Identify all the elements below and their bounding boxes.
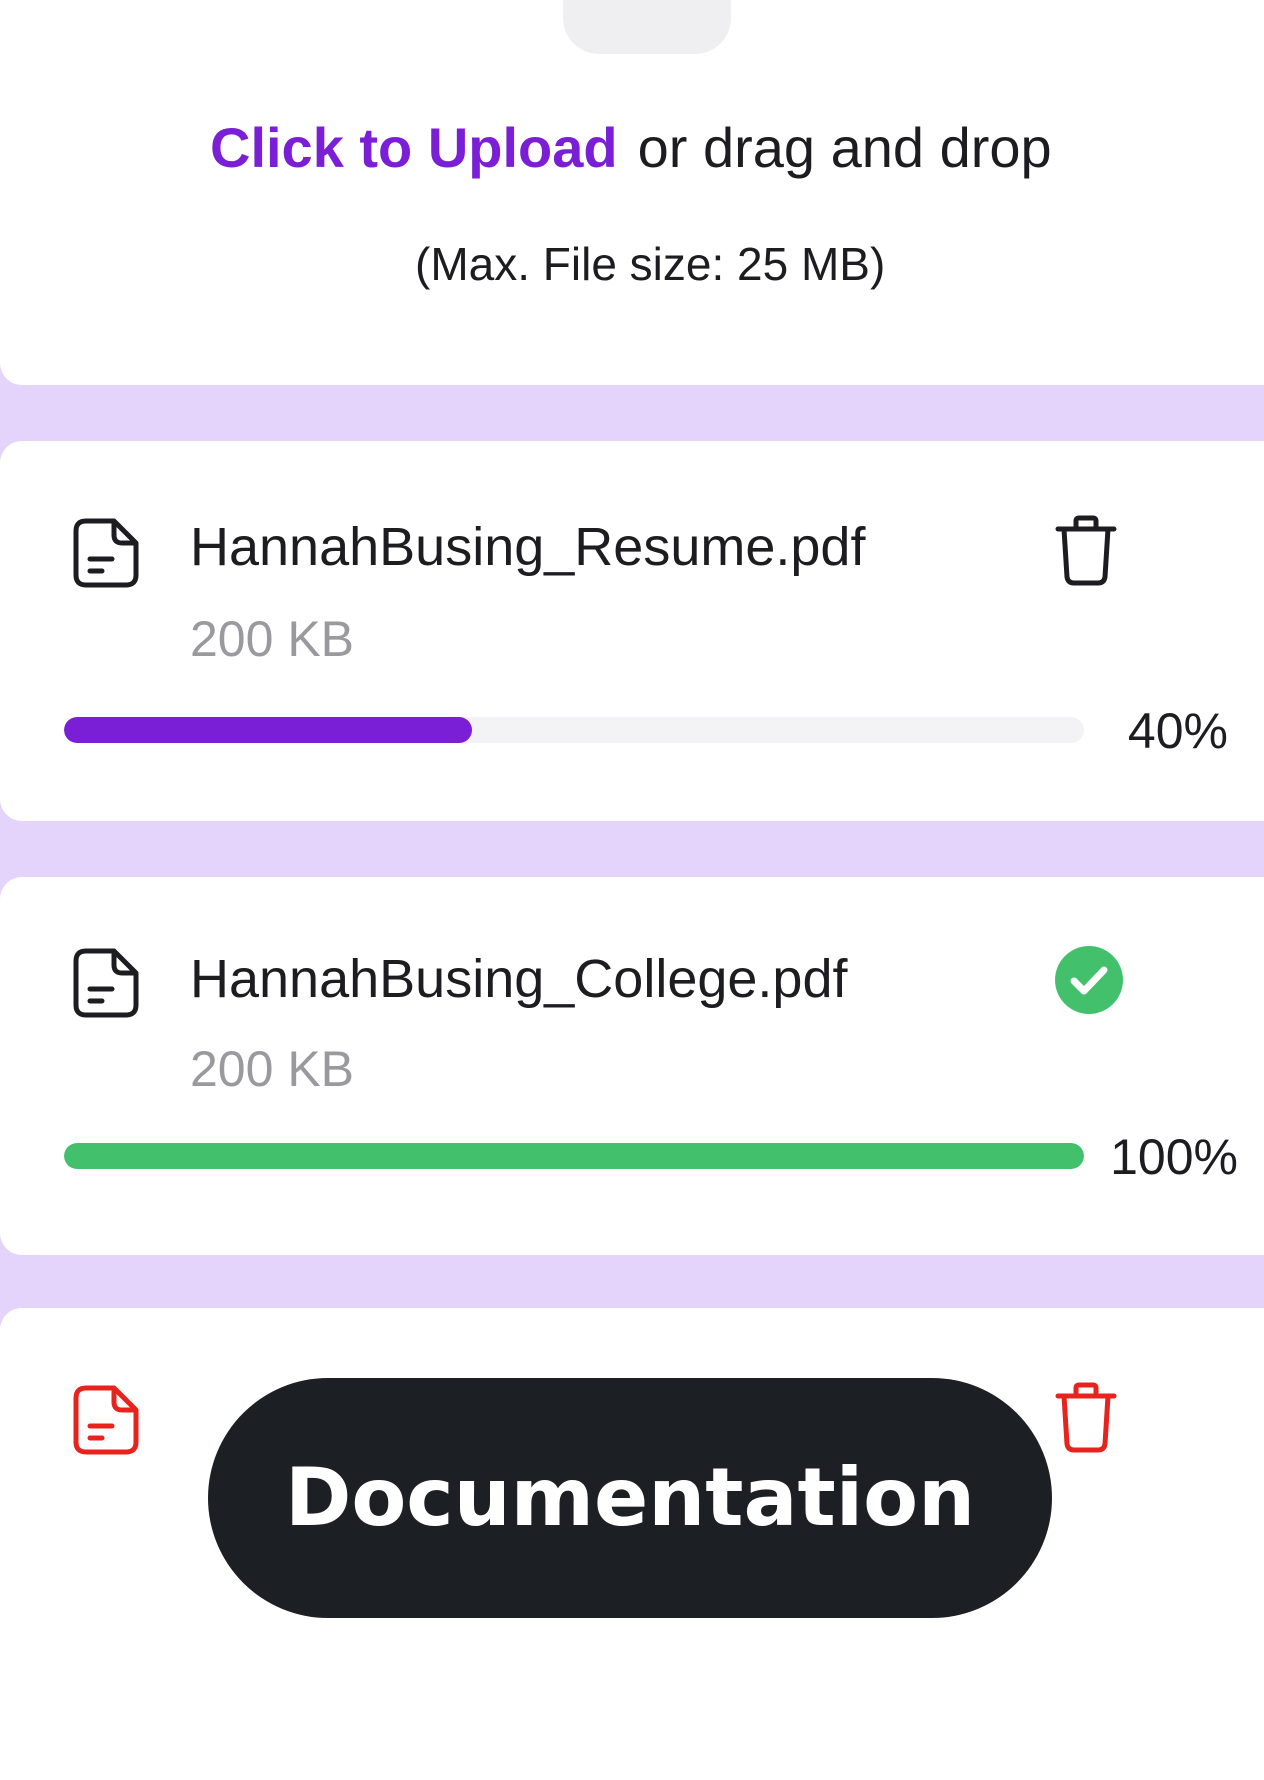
progress-percent: 40% — [1127, 703, 1228, 759]
document-icon — [73, 948, 139, 1018]
max-file-size-hint: (Max. File size: 25 MB) — [415, 238, 886, 290]
check-circle-icon — [1055, 946, 1123, 1014]
upload-progress-fill — [64, 717, 472, 743]
file-item: HannahBusing_Resume.pdf 200 KB 40% — [0, 441, 1264, 821]
documentation-button[interactable]: Documentation — [208, 1378, 1052, 1618]
upload-dropzone[interactable]: Click to Upload or drag and drop (Max. Fi… — [0, 0, 1264, 385]
upload-instructions: Click to Upload or drag and drop — [0, 108, 1264, 188]
document-icon — [73, 518, 139, 588]
file-upload-page: Click to Upload or drag and drop (Max. Fi… — [0, 0, 1264, 1780]
trash-icon[interactable] — [1052, 513, 1120, 587]
progress-percent: 100% — [1110, 1129, 1238, 1185]
upload-progress-fill — [64, 1143, 1084, 1169]
file-size: 200 KB — [190, 1041, 355, 1097]
file-name: HannahBusing_College.pdf — [190, 949, 848, 1009]
file-item: HannahBusing_College.pdf 200 KB 100% — [0, 877, 1264, 1255]
upload-progress-bar — [64, 717, 1084, 743]
document-error-icon — [73, 1385, 139, 1455]
upload-icon[interactable] — [563, 0, 731, 54]
file-size: 200 KB — [190, 611, 355, 667]
trash-icon[interactable] — [1052, 1380, 1120, 1454]
click-to-upload-link[interactable]: Click to Upload — [210, 116, 618, 179]
drag-drop-text: or drag and drop — [637, 116, 1052, 179]
upload-progress-bar — [64, 1143, 1084, 1169]
file-name: HannahBusing_Resume.pdf — [190, 517, 866, 577]
